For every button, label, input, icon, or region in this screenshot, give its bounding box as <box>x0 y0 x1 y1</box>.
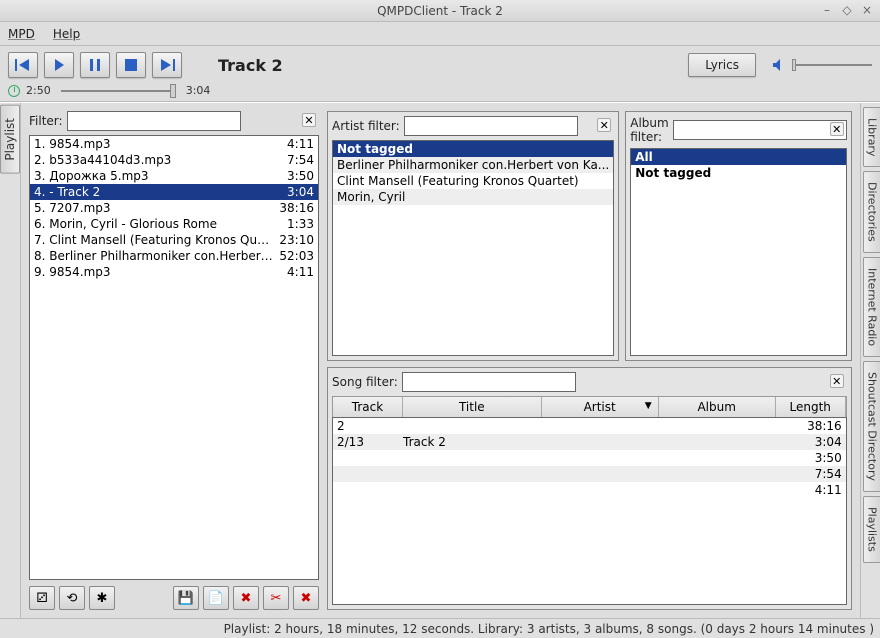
stop-button[interactable] <box>116 52 146 78</box>
settings-button[interactable]: ✱ <box>89 586 115 610</box>
maximize-button[interactable]: ◇ <box>840 4 854 18</box>
playlist-filter-input[interactable] <box>67 111 241 131</box>
info-button[interactable]: 📄 <box>203 586 229 610</box>
song-row[interactable]: 4:11 <box>333 482 846 498</box>
song-row[interactable]: 7:54 <box>333 466 846 482</box>
right-sidebar: Library Directories Internet Radio Shout… <box>860 103 880 618</box>
th-track[interactable]: Track <box>333 397 403 417</box>
menu-bar: MPD Help <box>0 22 880 46</box>
song-table[interactable]: 238:162/13Track 23:043:507:544:11 <box>332 417 847 605</box>
playlist-panel: Filter: ✕ 1. 9854.mp34:112. b533a44104d3… <box>29 111 319 610</box>
playlist-row[interactable]: 9. 9854.mp34:11 <box>30 264 318 280</box>
current-track-title: Track 2 <box>218 56 283 75</box>
sort-indicator-icon: ▼ <box>645 401 652 411</box>
th-artist[interactable]: Artist▼ <box>542 397 659 417</box>
toolbar: Track 2 Lyrics 2:50 3:04 <box>0 46 880 102</box>
status-text: Playlist: 2 hours, 18 minutes, 12 second… <box>224 622 874 636</box>
album-row[interactable]: Not tagged <box>631 165 845 181</box>
clear-button[interactable]: ✖ <box>293 586 319 610</box>
album-filter-label: Album filter: <box>630 116 668 144</box>
artist-filter-clear-icon[interactable]: ✕ <box>597 118 611 132</box>
tab-shoutcast[interactable]: Shoutcast Directory <box>863 361 880 492</box>
th-album[interactable]: Album <box>659 397 776 417</box>
song-row[interactable]: 238:16 <box>333 418 846 434</box>
song-row[interactable]: 3:50 <box>333 450 846 466</box>
menu-help[interactable]: Help <box>53 27 80 41</box>
playlist-row[interactable]: 4. - Track 23:04 <box>30 184 318 200</box>
song-panel: Song filter: ✕ Track Title Artist▼ Album… <box>327 367 852 610</box>
album-list[interactable]: AllNot tagged <box>630 148 846 356</box>
window-title: QMPDClient - Track 2 <box>60 4 820 18</box>
artist-list[interactable]: Not taggedBerliner Philharmoniker con.He… <box>332 140 614 356</box>
playlist-row[interactable]: 6. Morin, Cyril - Glorious Rome1:33 <box>30 216 318 232</box>
playlist-filter-label: Filter: <box>29 114 63 128</box>
remove-button[interactable]: ✖ <box>233 586 259 610</box>
artist-filter-input[interactable] <box>404 116 578 136</box>
song-filter-clear-icon[interactable]: ✕ <box>830 374 844 388</box>
tab-internet-radio[interactable]: Internet Radio <box>863 257 880 357</box>
repeat-button[interactable]: ⟲ <box>59 586 85 610</box>
album-filter-input[interactable] <box>673 120 847 140</box>
playlist-filter-clear-icon[interactable]: ✕ <box>302 113 316 127</box>
status-bar: Playlist: 2 hours, 18 minutes, 12 second… <box>0 618 880 638</box>
playlist-list[interactable]: 1. 9854.mp34:112. b533a44104d3.mp37:543.… <box>29 135 319 580</box>
prev-track-button[interactable] <box>8 52 38 78</box>
title-bar: QMPDClient - Track 2 – ◇ × <box>0 0 880 22</box>
artist-row[interactable]: Clint Mansell (Featuring Kronos Quartet) <box>333 173 613 189</box>
song-filter-input[interactable] <box>402 372 576 392</box>
volume-control[interactable] <box>772 58 872 72</box>
song-filter-label: Song filter: <box>332 375 398 389</box>
seek-slider[interactable] <box>61 90 176 92</box>
song-table-header: Track Title Artist▼ Album Length <box>332 396 847 417</box>
minimize-button[interactable]: – <box>820 4 834 18</box>
clock-icon <box>8 85 20 97</box>
playlist-row[interactable]: 2. b533a44104d3.mp37:54 <box>30 152 318 168</box>
save-playlist-button[interactable]: 💾 <box>173 586 199 610</box>
artist-panel: Artist filter: ✕ Not taggedBerliner Phil… <box>327 111 619 361</box>
artist-filter-label: Artist filter: <box>332 119 400 133</box>
artist-row[interactable]: Not tagged <box>333 141 613 157</box>
time-total: 3:04 <box>186 84 211 97</box>
album-row[interactable]: All <box>631 149 845 165</box>
artist-row[interactable]: Morin, Cyril <box>333 189 613 205</box>
playlist-row[interactable]: 3. Дорожка 5.mp33:50 <box>30 168 318 184</box>
play-button[interactable] <box>44 52 74 78</box>
main-area: Playlist Filter: ✕ 1. 9854.mp34:112. b53… <box>0 102 880 618</box>
tab-directories[interactable]: Directories <box>863 171 880 253</box>
time-elapsed: 2:50 <box>26 84 51 97</box>
playlist-row[interactable]: 5. 7207.mp338:16 <box>30 200 318 216</box>
album-filter-clear-icon[interactable]: ✕ <box>830 122 844 136</box>
left-sidebar: Playlist <box>0 103 21 618</box>
sidebar-tab-playlist-label: Playlist <box>3 118 17 161</box>
playlist-row[interactable]: 1. 9854.mp34:11 <box>30 136 318 152</box>
th-length[interactable]: Length <box>776 397 846 417</box>
sidebar-tab-playlist[interactable]: Playlist <box>0 105 20 174</box>
playlist-row[interactable]: 7. Clint Mansell (Featuring Kronos Quart… <box>30 232 318 248</box>
tab-playlists[interactable]: Playlists <box>863 496 880 563</box>
album-panel: Album filter: ✕ AllNot tagged <box>625 111 851 361</box>
song-row[interactable]: 2/13Track 23:04 <box>333 434 846 450</box>
random-button[interactable]: ⚂ <box>29 586 55 610</box>
lyrics-button[interactable]: Lyrics <box>688 53 756 77</box>
next-track-button[interactable] <box>152 52 182 78</box>
th-title[interactable]: Title <box>403 397 542 417</box>
artist-row[interactable]: Berliner Philharmoniker con.Herbert von … <box>333 157 613 173</box>
close-button[interactable]: × <box>860 4 874 18</box>
playlist-row[interactable]: 8. Berliner Philharmoniker con.Herbert v… <box>30 248 318 264</box>
menu-mpd[interactable]: MPD <box>8 27 35 41</box>
tab-library[interactable]: Library <box>863 107 880 167</box>
pause-button[interactable] <box>80 52 110 78</box>
crop-button[interactable]: ✂ <box>263 586 289 610</box>
volume-icon <box>772 58 786 72</box>
